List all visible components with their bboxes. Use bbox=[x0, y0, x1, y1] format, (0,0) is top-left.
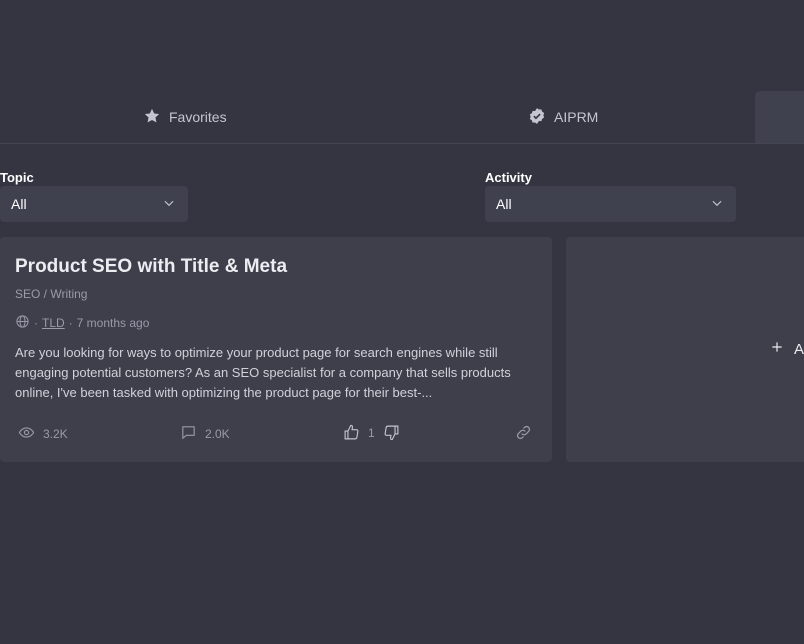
add-prompt-label: A bbox=[794, 340, 804, 358]
likes-count: 1 bbox=[368, 425, 375, 440]
meta-separator: · bbox=[34, 316, 38, 330]
tab-favorites[interactable]: Favorites bbox=[143, 100, 227, 134]
votes-stat: 1 bbox=[343, 424, 400, 441]
activity-select[interactable]: All bbox=[485, 186, 736, 222]
eye-icon bbox=[18, 424, 35, 444]
thumbs-up-icon[interactable] bbox=[343, 424, 360, 441]
chevron-down-icon bbox=[162, 196, 176, 213]
comment-icon bbox=[180, 424, 197, 444]
tab-active-partial[interactable] bbox=[755, 91, 804, 143]
link-icon bbox=[515, 424, 532, 444]
card-topic: SEO / Writing bbox=[15, 287, 88, 301]
thumbs-down-icon[interactable] bbox=[383, 424, 400, 441]
views-stat: 3.2K bbox=[18, 424, 68, 444]
comments-count: 2.0K bbox=[205, 427, 230, 441]
add-prompt-card[interactable] bbox=[566, 237, 804, 462]
topic-select[interactable]: All bbox=[0, 186, 188, 222]
card-time: 7 months ago bbox=[76, 316, 150, 330]
activity-filter-label: Activity bbox=[485, 170, 532, 185]
chevron-down-icon bbox=[710, 196, 724, 213]
meta-separator: · bbox=[68, 316, 73, 330]
tab-favorites-label: Favorites bbox=[169, 109, 227, 125]
verified-badge-icon bbox=[528, 107, 546, 128]
tab-aiprm[interactable]: AIPRM bbox=[528, 100, 598, 134]
tabs-divider bbox=[0, 143, 804, 144]
card-meta: · TLD · 7 months ago bbox=[15, 314, 149, 332]
card-description: Are you looking for ways to optimize you… bbox=[15, 345, 511, 400]
topic-select-value: All bbox=[11, 196, 27, 212]
add-prompt-button[interactable]: A bbox=[770, 340, 804, 358]
author-link[interactable]: TLD bbox=[42, 316, 65, 330]
globe-icon bbox=[15, 314, 30, 332]
comments-stat: 2.0K bbox=[180, 424, 230, 444]
plus-icon bbox=[770, 340, 784, 358]
tab-aiprm-label: AIPRM bbox=[554, 109, 599, 125]
copy-link-button[interactable] bbox=[515, 424, 532, 444]
activity-select-value: All bbox=[496, 196, 512, 212]
topic-filter-label: Topic bbox=[0, 170, 34, 185]
star-icon bbox=[143, 107, 161, 128]
views-count: 3.2K bbox=[43, 427, 68, 441]
card-title[interactable]: Product SEO with Title & Meta bbox=[15, 256, 287, 278]
